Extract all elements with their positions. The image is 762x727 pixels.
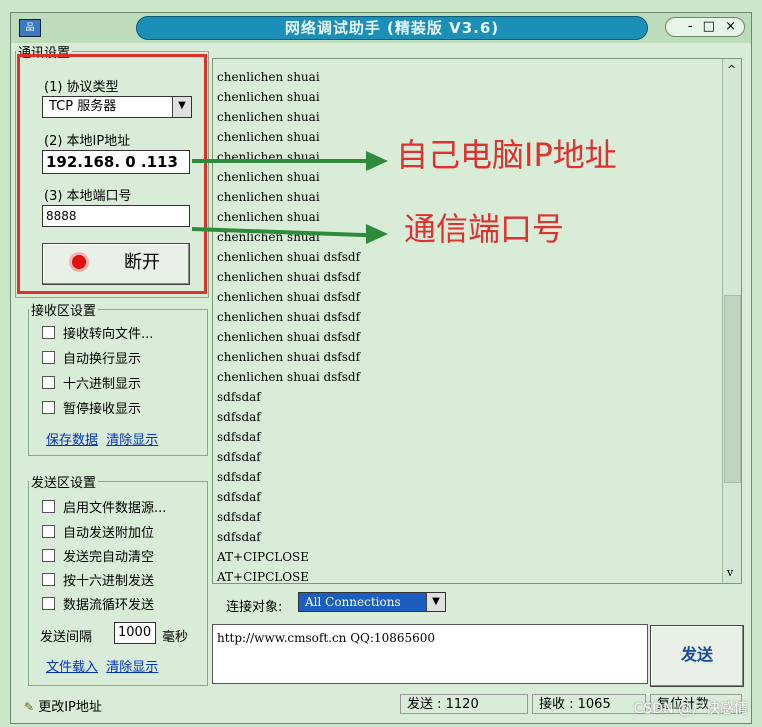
option-label: 发送完自动清空 [63,550,155,565]
log-line: chenlichen shuai dsfsdf [217,370,361,384]
close-button[interactable]: × [725,19,736,34]
log-line: chenlichen shuai [217,90,320,104]
checkbox[interactable] [42,401,55,414]
recv-option-pause[interactable]: 暂停接收显示 [42,398,141,417]
port-arrow-head [366,224,388,244]
send-clear-link[interactable]: 清除显示 [106,660,158,675]
checkbox[interactable] [42,525,55,538]
send-input[interactable]: http://www.cmsoft.cn QQ:10865600 [212,624,648,684]
checkbox[interactable] [42,376,55,389]
log-line: sdfsdaf [217,470,261,484]
log-line: chenlichen shuai dsfsdf [217,290,361,304]
target-label: 连接对象: [226,600,283,615]
send-option-loop[interactable]: 数据流循环发送 [42,594,154,613]
checkbox[interactable] [42,573,55,586]
log-line: chenlichen shuai [217,210,320,224]
log-line: sdfsdaf [217,490,261,504]
send-option-file[interactable]: 启用文件数据源... [42,497,166,516]
checkbox[interactable] [42,500,55,513]
window-title: 网络调试助手 (精装版 V3.6) [136,16,648,40]
recv-settings-legend: 接收区设置 [31,304,97,319]
option-label: 接收转向文件... [63,327,154,342]
log-line: chenlichen shuai [217,70,320,84]
send-option-autoclear[interactable]: 发送完自动清空 [42,546,154,565]
target-value: All Connections [305,595,401,609]
ip-arrow-line [192,159,370,163]
log-line: chenlichen shuai dsfsdf [217,350,361,364]
app-icon[interactable]: 品 [19,19,41,37]
option-label: 数据流循环发送 [63,598,155,613]
change-ip-item[interactable]: ✎ 更改IP地址 [24,696,102,715]
minimize-button[interactable]: - [688,19,693,34]
send-button[interactable]: 发送 [650,625,744,687]
checkbox[interactable] [42,597,55,610]
option-label: 按十六进制发送 [63,574,155,589]
save-data-link[interactable]: 保存数据 [46,433,98,448]
recv-clear-link[interactable]: 清除显示 [106,433,158,448]
scroll-thumb[interactable] [724,295,741,483]
log-line: sdfsdaf [217,450,261,464]
recv-option-hex[interactable]: 十六进制显示 [42,373,141,392]
log-line: sdfsdaf [217,530,261,544]
interval-label: 发送间隔 [40,630,93,645]
option-label: 自动发送附加位 [63,526,155,541]
chevron-down-icon[interactable]: ▼ [426,593,445,611]
log-line: AT+CIPCLOSE [217,550,310,564]
watermark: CSDN @尸快感情 [633,701,748,717]
send-option-hex[interactable]: 按十六进制发送 [42,570,154,589]
highlight-box [17,54,207,294]
target-select[interactable]: All Connections ▼ [298,592,446,612]
log-line: chenlichen shuai [217,110,320,124]
ip-annotation: 自己电脑IP地址 [396,136,617,174]
log-line: sdfsdaf [217,390,261,404]
log-line: sdfsdaf [217,510,261,524]
send-option-append[interactable]: 自动发送附加位 [42,522,154,541]
log-lines: chenlichen shuai chenlichen shuai chenlich… [217,67,361,584]
change-ip-label: 更改IP地址 [38,700,102,715]
log-line: chenlichen shuai dsfsdf [217,250,361,264]
scroll-down-icon[interactable]: v [727,566,733,579]
log-line: chenlichen shuai [217,150,320,164]
maximize-button[interactable]: □ [703,19,715,34]
checkbox[interactable] [42,351,55,364]
log-scrollbar[interactable]: ^ v [722,59,741,583]
log-line: chenlichen shuai dsfsdf [217,270,361,284]
received-counter: 接收 : 1065 [532,694,646,714]
checkbox[interactable] [42,326,55,339]
log-line: sdfsdaf [217,430,261,444]
recv-option-file[interactable]: 接收转向文件... [42,323,153,342]
option-label: 启用文件数据源... [63,501,167,516]
interval-input[interactable]: 1000 [114,622,156,644]
log-line: chenlichen shuai [217,130,320,144]
title-bar[interactable]: 品 网络调试助手 (精装版 V3.6) - □ × [11,13,751,43]
ip-arrow-head [366,151,388,171]
send-settings-legend: 发送区设置 [31,476,97,491]
log-line: AT+CIPCLOSE [217,570,310,584]
option-label: 暂停接收显示 [63,402,142,417]
checkbox[interactable] [42,549,55,562]
log-line: chenlichen shuai [217,170,320,184]
interval-unit: 毫秒 [162,630,189,645]
option-label: 十六进制显示 [63,377,142,392]
scroll-up-icon[interactable]: ^ [727,63,736,76]
edit-icon: ✎ [24,700,35,714]
file-load-link[interactable]: 文件载入 [46,660,98,675]
log-line: chenlichen shuai [217,190,320,204]
log-line: sdfsdaf [217,410,261,424]
sent-counter: 发送 : 1120 [400,694,528,714]
port-annotation: 通信端口号 [404,210,565,248]
recv-option-wrap[interactable]: 自动换行显示 [42,348,141,367]
log-line: chenlichen shuai dsfsdf [217,330,361,344]
window-controls: - □ × [665,17,745,37]
option-label: 自动换行显示 [63,352,142,367]
log-line: chenlichen shuai dsfsdf [217,310,361,324]
